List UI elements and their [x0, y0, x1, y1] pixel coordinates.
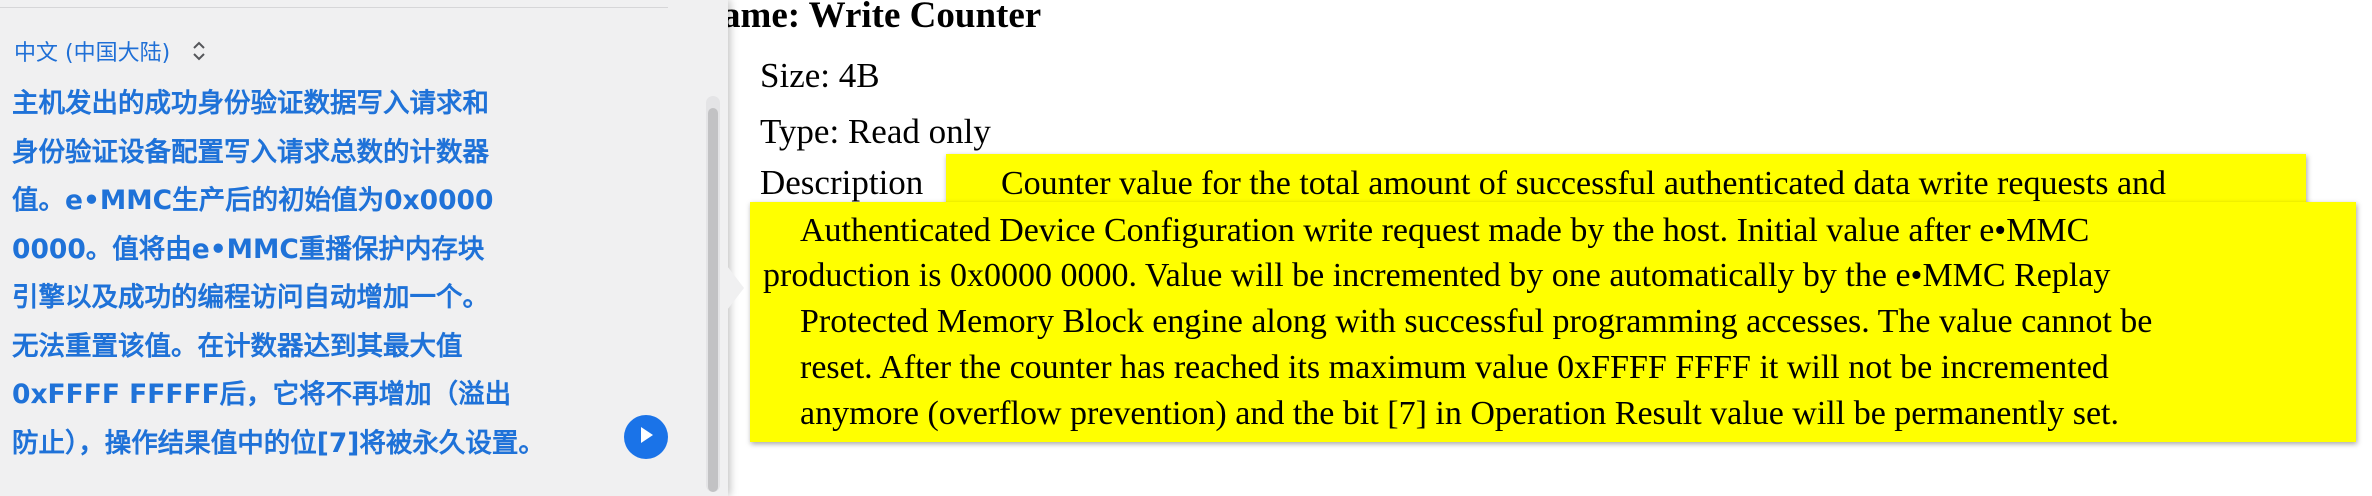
- play-button[interactable]: [624, 415, 668, 459]
- highlight-line: reset. After the counter has reached its…: [800, 349, 2109, 386]
- highlight-line: Counter value for the total amount of su…: [1001, 165, 2167, 202]
- translation-line: 身份验证设备配置写入请求总数的计数器: [12, 136, 489, 168]
- play-icon: [636, 424, 656, 451]
- highlight-line: production is 0x0000 0000. Value will be…: [763, 257, 2111, 294]
- scrollbar-thumb[interactable]: [708, 108, 718, 492]
- highlight-line: Protected Memory Block engine along with…: [800, 303, 2153, 340]
- chevron-up-down-icon: [192, 40, 206, 62]
- translation-line: 值。e•MMC生产后的初始值为0x0000: [12, 185, 494, 216]
- translation-line: 0000。值将由e•MMC重播保护内存块: [12, 233, 485, 265]
- highlight-line: anymore (overflow prevention) and the bi…: [800, 395, 2119, 432]
- translation-line: 主机发出的成功身份验证数据写入请求和: [12, 88, 489, 119]
- translation-line: 引擎以及成功的编程访问自动增加一个。: [12, 282, 489, 313]
- translation-line: 无法重置该值。在计数器达到其最大值: [12, 330, 463, 362]
- page-title: ame: Write Counter: [722, 0, 1042, 36]
- popover-pointer: [724, 262, 744, 314]
- size-line: Size: 4B: [760, 56, 880, 95]
- translation-line: 防止），操作结果值中的位[7]将被永久设置。: [12, 427, 545, 459]
- type-line: Type: Read only: [760, 112, 991, 151]
- language-select[interactable]: 中文 (中国大陆): [14, 33, 206, 69]
- highlight-line: Authenticated Device Configuration write…: [800, 212, 2090, 249]
- description-label: Description: [760, 163, 924, 202]
- divider: [0, 7, 668, 8]
- translation-line: 0xFFFF FFFFF后，它将不再增加（溢出: [12, 379, 512, 410]
- language-label: 中文 (中国大陆): [14, 41, 171, 66]
- translation-text: 主机发出的成功身份验证数据写入请求和 身份验证设备配置写入请求总数的计数器 值。…: [12, 80, 652, 468]
